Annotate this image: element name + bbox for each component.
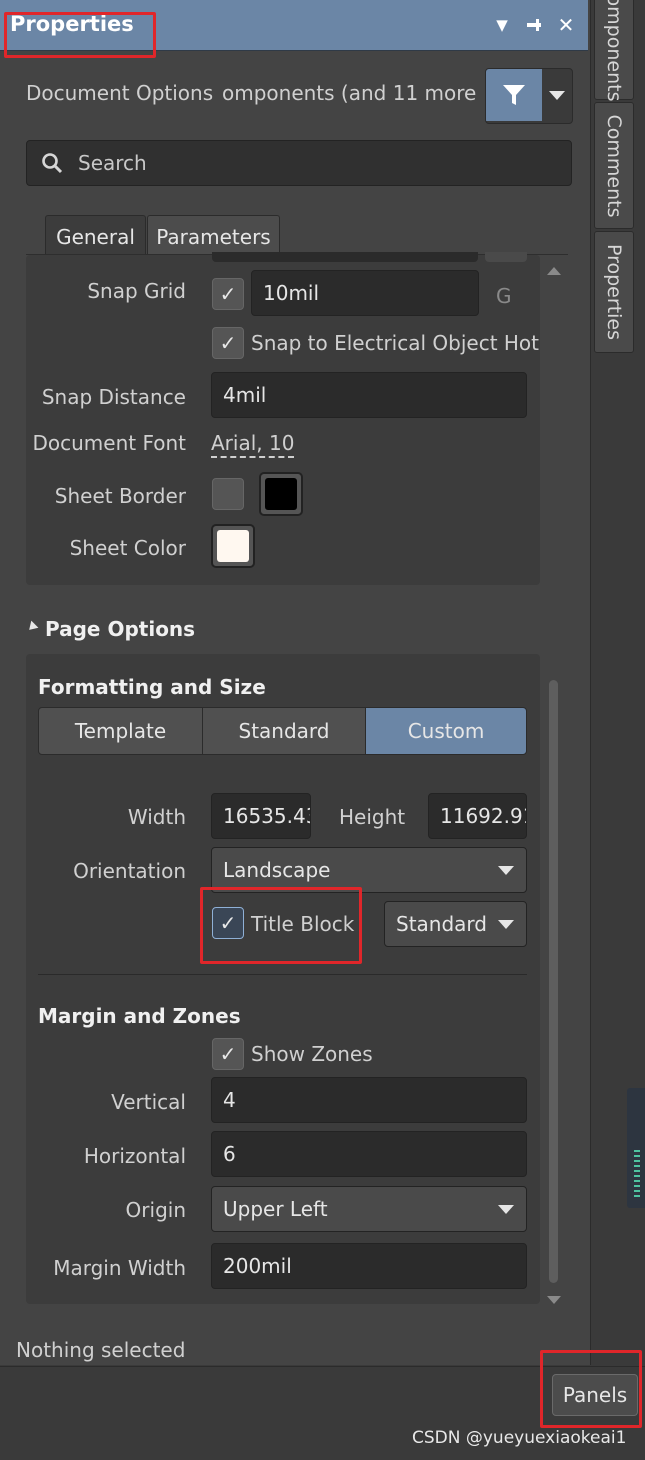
scroll-up-arrow-icon[interactable] — [547, 267, 561, 275]
chevron-down-icon — [498, 866, 514, 875]
chevron-down-icon — [498, 1205, 514, 1214]
origin-label: Origin — [125, 1198, 186, 1222]
show-zones-checkbox[interactable]: ✓ — [212, 1038, 244, 1070]
check-icon: ✓ — [219, 282, 237, 306]
tab-parameters[interactable]: Parameters — [147, 215, 280, 255]
height-label: Height — [339, 805, 406, 829]
sheet-border-checkbox[interactable] — [212, 478, 244, 510]
scroll-down-arrow-icon[interactable] — [547, 1296, 561, 1304]
document-font-label: Document Font — [32, 431, 186, 455]
tab-general[interactable]: General — [45, 215, 146, 255]
snap-electrical-checkbox[interactable]: ✓ — [212, 327, 244, 359]
filter-icon — [503, 85, 525, 105]
mode-custom-button[interactable]: Custom — [365, 707, 527, 755]
document-options-label[interactable]: Document Options — [26, 81, 213, 105]
highlight-panels — [540, 1350, 642, 1428]
orientation-label: Orientation — [73, 859, 186, 883]
snap-electrical-label: Snap to Electrical Object Hot — [251, 331, 540, 355]
search-input[interactable]: Search — [26, 140, 572, 186]
horizontal-field[interactable]: 6 — [211, 1131, 527, 1177]
watermark: CSDN @yueyuexiaokeai1 — [412, 1428, 627, 1448]
origin-select[interactable]: Upper Left — [211, 1186, 527, 1232]
sheet-color-label: Sheet Color — [69, 536, 186, 560]
search-placeholder: Search — [78, 151, 147, 175]
vertical-field[interactable]: 4 — [211, 1077, 527, 1123]
chevron-down-icon — [549, 91, 565, 100]
page-options-header[interactable]: Page Options — [45, 617, 195, 641]
mode-standard-button[interactable]: Standard — [202, 707, 366, 755]
clipped-button — [485, 252, 527, 262]
width-field[interactable]: 16535.43 — [211, 793, 311, 839]
snap-grid-field[interactable]: 10mil — [251, 270, 479, 316]
side-tab-components[interactable]: omponents — [594, 0, 634, 101]
search-icon — [42, 153, 63, 174]
clipped-field — [212, 252, 478, 262]
pin-icon[interactable] — [523, 12, 545, 38]
filter-button[interactable] — [486, 69, 542, 121]
width-label: Width — [127, 805, 186, 829]
close-icon[interactable]: ✕ — [555, 12, 577, 38]
margin-header: Margin and Zones — [38, 1004, 241, 1028]
check-icon: ✓ — [219, 1042, 237, 1066]
formatting-header: Formatting and Size — [38, 675, 266, 699]
snap-grid-shortcut: G — [496, 284, 512, 308]
highlight-title-block — [200, 887, 362, 964]
filter-control[interactable] — [485, 68, 573, 124]
snap-grid-checkbox[interactable]: ✓ — [212, 278, 244, 310]
panel-menu-icon[interactable]: ▼ — [491, 12, 513, 38]
title-block-style-select[interactable]: Standard — [384, 901, 527, 947]
sheet-color-swatch[interactable] — [211, 524, 255, 568]
snap-distance-label: Snap Distance — [41, 385, 186, 409]
section-divider — [38, 974, 527, 975]
highlight-title — [4, 12, 156, 58]
horizontal-label: Horizontal — [83, 1144, 186, 1168]
level-meter — [627, 1088, 645, 1208]
filter-dropdown-button[interactable] — [543, 69, 571, 121]
check-icon: ✓ — [219, 331, 237, 355]
margin-width-field[interactable]: 200mil — [211, 1243, 527, 1289]
sheet-border-label: Sheet Border — [54, 484, 186, 508]
snap-grid-label: Snap Grid — [87, 279, 186, 303]
sheet-border-color-swatch[interactable] — [259, 472, 303, 516]
margin-width-label: Margin Width — [53, 1256, 186, 1280]
show-zones-label: Show Zones — [251, 1042, 373, 1066]
origin-value: Upper Left — [223, 1197, 328, 1221]
height-field[interactable]: 11692.91 — [428, 793, 527, 839]
snap-distance-field[interactable]: 4mil — [211, 372, 527, 418]
scrollbar-thumb[interactable] — [549, 680, 558, 1283]
orientation-value: Landscape — [223, 858, 331, 882]
vertical-label: Vertical — [111, 1090, 186, 1114]
side-tab-properties[interactable]: Properties — [594, 231, 634, 353]
mode-template-button[interactable]: Template — [38, 707, 203, 755]
chevron-down-icon — [498, 920, 514, 929]
sheet-border-color — [265, 478, 297, 510]
side-tab-comments[interactable]: Comments — [594, 102, 634, 229]
components-filter-label[interactable]: omponents (and 11 more) — [222, 81, 477, 105]
selection-status: Nothing selected — [16, 1338, 186, 1362]
document-font-link[interactable]: Arial, 10 — [211, 431, 295, 458]
sheet-color — [217, 530, 249, 562]
level-meter-bars — [634, 1150, 640, 1200]
title-block-style-value: Standard — [396, 912, 487, 936]
